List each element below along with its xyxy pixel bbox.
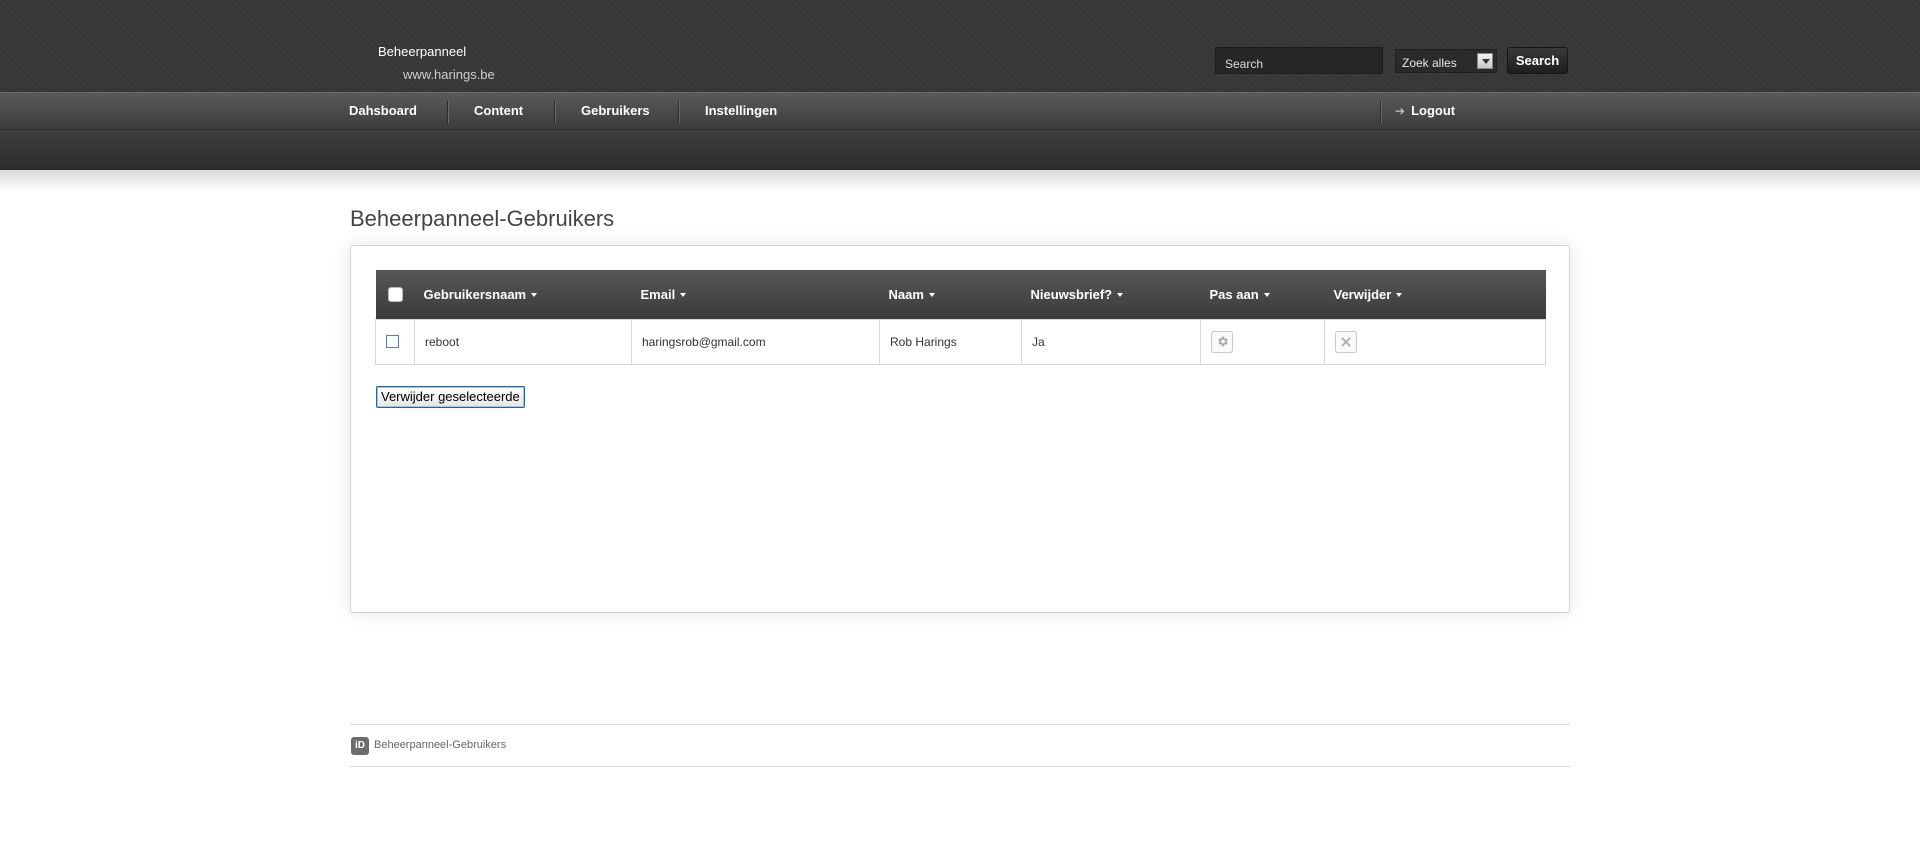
nav-separator — [447, 101, 448, 123]
table-header-row: Gebruikersnaam Email Naam Nieuwsbrief? P… — [375, 270, 1546, 319]
close-icon-glyph — [1341, 336, 1351, 347]
sort-caret-icon — [1117, 293, 1124, 298]
delete-selected-button[interactable]: Verwijder geselecteerde — [376, 386, 525, 408]
row-select-cell — [375, 318, 415, 365]
footer-divider — [350, 766, 1570, 767]
arrow-right-icon: ➔ — [1395, 104, 1406, 118]
cell-newsletter: Ja — [1021, 318, 1201, 365]
sort-caret-icon — [1396, 293, 1403, 298]
sort-caret-icon — [928, 293, 935, 298]
nav-separator — [554, 101, 555, 123]
nav-separator — [678, 101, 679, 123]
column-header-newsletter[interactable]: Nieuwsbrief? — [1022, 270, 1201, 319]
sort-caret-icon — [680, 293, 687, 298]
search-scope-value: Zoek alles — [1402, 56, 1457, 70]
table-row: reboot haringsrob@gmail.com Rob Harings … — [375, 318, 1546, 365]
nav-separator — [1380, 101, 1381, 123]
cell-delete — [1324, 318, 1546, 365]
logout-link[interactable]: ➔ Logout — [1395, 93, 1455, 130]
main-nav: Dahsboard Content Gebruikers Instellinge… — [0, 92, 1920, 130]
select-all-cell — [376, 270, 415, 319]
column-header-username[interactable]: Gebruikersnaam — [415, 270, 632, 319]
cell-email: haringsrob@gmail.com — [631, 318, 880, 365]
content-panel: Gebruikersnaam Email Naam Nieuwsbrief? P… — [350, 245, 1570, 613]
logout-label: Logout — [1411, 103, 1456, 118]
gear-icon-glyph — [1217, 336, 1228, 347]
id-logo-icon: iD — [351, 737, 369, 755]
footer-divider — [350, 724, 1570, 725]
column-header-delete[interactable]: Verwijder — [1325, 270, 1546, 319]
nav-item-gebruikers[interactable]: Gebruikers — [581, 93, 650, 130]
cell-name: Rob Harings — [879, 318, 1022, 365]
column-header-email[interactable]: Email — [632, 270, 880, 319]
close-icon[interactable] — [1335, 330, 1357, 353]
gear-icon[interactable] — [1211, 330, 1233, 353]
sort-caret-icon — [531, 293, 538, 298]
nav-item-instellingen[interactable]: Instellingen — [705, 93, 777, 130]
footer-text: Beheerpanneel-Gebruikers — [374, 739, 507, 751]
sub-nav-bar — [0, 130, 1920, 170]
row-checkbox[interactable] — [386, 335, 399, 348]
page-title: Beheerpanneel-Gebruikers — [350, 206, 615, 231]
nav-item-dashboard[interactable]: Dahsboard — [349, 93, 417, 130]
search-input[interactable] — [1215, 47, 1383, 74]
sort-caret-icon — [1263, 293, 1270, 298]
cell-username: reboot — [414, 318, 632, 365]
header-shadow — [0, 170, 1920, 192]
cell-edit — [1200, 318, 1325, 365]
brand-title: Beheerpanneel — [378, 44, 467, 59]
header: Beheerpanneel www.harings.be Zoek alles … — [0, 0, 1920, 92]
nav-item-content[interactable]: Content — [474, 93, 523, 130]
search-button[interactable]: Search — [1507, 47, 1568, 74]
column-header-edit[interactable]: Pas aan — [1201, 270, 1325, 319]
select-all-checkbox[interactable] — [387, 286, 403, 302]
chevron-down-icon[interactable] — [1477, 53, 1493, 69]
users-table: Gebruikersnaam Email Naam Nieuwsbrief? P… — [375, 270, 1546, 365]
search-scope-select[interactable]: Zoek alles — [1395, 49, 1497, 73]
column-header-name[interactable]: Naam — [880, 270, 1022, 319]
brand-url[interactable]: www.harings.be — [403, 67, 495, 82]
